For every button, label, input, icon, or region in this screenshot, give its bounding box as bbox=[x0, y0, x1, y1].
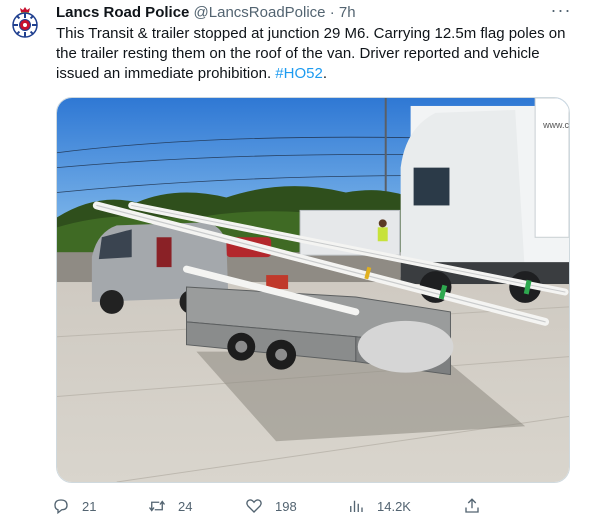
reply-count: 21 bbox=[82, 498, 97, 514]
author-handle[interactable]: @LancsRoadPolice bbox=[194, 4, 326, 21]
views-button[interactable]: 14.2K bbox=[347, 494, 411, 518]
retweet-icon bbox=[148, 500, 166, 512]
views-icon bbox=[350, 500, 363, 512]
like-button[interactable]: 198 bbox=[245, 494, 297, 518]
share-button[interactable] bbox=[463, 494, 481, 518]
tweet-text-end: . bbox=[322, 65, 327, 82]
views-count: 14.2K bbox=[377, 498, 411, 514]
truck-lettering: www.c bbox=[542, 120, 569, 130]
hashtag-link[interactable]: #HO52 bbox=[275, 65, 323, 82]
tweet-header: Lancs Road Police @LancsRoadPolice · 7h bbox=[56, 3, 356, 23]
share-icon bbox=[465, 498, 479, 513]
retweet-count: 24 bbox=[178, 498, 193, 514]
heart-icon bbox=[246, 499, 262, 513]
action-bar: 21 24 198 14.2K bbox=[52, 494, 492, 518]
more-options-button[interactable]: ··· bbox=[549, 1, 573, 22]
reply-button[interactable]: 21 bbox=[52, 494, 96, 518]
author-name[interactable]: Lancs Road Police bbox=[56, 4, 189, 21]
reply-icon bbox=[54, 499, 68, 515]
tweet[interactable]: Lancs Road Police @LancsRoadPolice · 7h … bbox=[0, 0, 591, 523]
tweet-photo[interactable]: www.c bbox=[56, 97, 570, 483]
like-count: 198 bbox=[275, 498, 297, 514]
avatar[interactable] bbox=[10, 6, 40, 40]
tweet-timestamp[interactable]: 7h bbox=[339, 4, 356, 21]
retweet-button[interactable]: 24 bbox=[148, 494, 192, 518]
separator-dot: · bbox=[329, 4, 335, 21]
police-crest-icon bbox=[12, 7, 38, 38]
photo-illustration: www.c bbox=[57, 98, 569, 482]
tweet-text: This Transit & trailer stopped at juncti… bbox=[56, 24, 576, 84]
